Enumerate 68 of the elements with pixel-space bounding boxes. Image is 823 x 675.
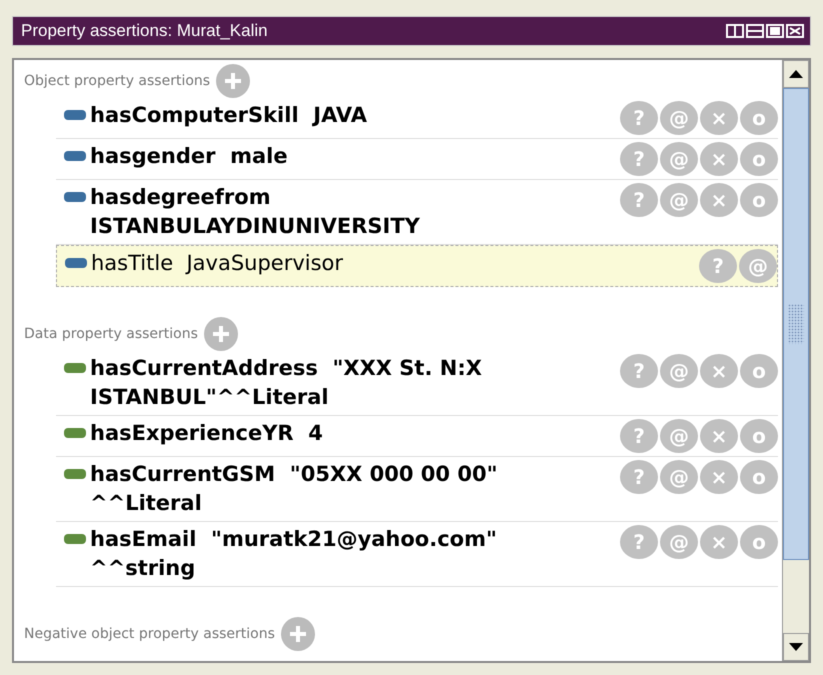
property-icon bbox=[64, 469, 86, 479]
scroll-up-button[interactable] bbox=[783, 60, 809, 88]
down-arrow-icon bbox=[789, 643, 803, 651]
assertion-row[interactable]: hasCurrentAddress "XXX St. N:X ISTANBUL"^^Literal ? @ × o bbox=[56, 351, 778, 416]
action-button[interactable]: o bbox=[740, 183, 778, 217]
section-heading: Negative object property assertions bbox=[24, 626, 275, 642]
action-button[interactable]: ? bbox=[620, 419, 658, 453]
action-button[interactable]: ? bbox=[699, 249, 737, 283]
add-button[interactable] bbox=[280, 617, 315, 651]
property-icon bbox=[64, 151, 86, 161]
up-arrow-icon bbox=[789, 70, 803, 78]
assertion-row[interactable]: hasgender male ? @ × o bbox=[56, 139, 778, 180]
action-button[interactable]: @ bbox=[660, 525, 698, 559]
action-button[interactable]: @ bbox=[660, 101, 698, 135]
plus-icon bbox=[223, 71, 244, 91]
plus-icon bbox=[288, 624, 308, 644]
action-button[interactable]: o bbox=[740, 101, 778, 135]
plus-icon bbox=[210, 324, 231, 344]
action-button[interactable]: ? bbox=[620, 525, 658, 559]
assertion-row[interactable]: hasEmail "muratk21@yahoo.com" ^^string ? @ × o bbox=[56, 522, 778, 587]
action-button[interactable]: ? bbox=[620, 183, 658, 217]
assertion-text: hasEmail "muratk21@yahoo.com" ^^string bbox=[90, 526, 498, 582]
action-button[interactable]: o bbox=[740, 419, 778, 453]
action-button[interactable]: ? bbox=[620, 354, 658, 388]
window-controls-icon[interactable] bbox=[726, 23, 804, 39]
action-button[interactable]: × bbox=[700, 525, 738, 559]
property-icon bbox=[64, 363, 86, 373]
action-button[interactable]: o bbox=[740, 460, 778, 494]
action-button[interactable]: ? bbox=[620, 142, 658, 176]
section-heading: Object property assertions bbox=[24, 73, 210, 89]
action-button[interactable]: × bbox=[700, 419, 738, 453]
action-button[interactable]: @ bbox=[660, 419, 698, 453]
property-icon bbox=[64, 110, 86, 120]
add-button[interactable] bbox=[216, 64, 250, 98]
action-button[interactable]: × bbox=[700, 142, 738, 176]
action-button[interactable]: ? bbox=[620, 460, 658, 494]
scrollbar[interactable] bbox=[782, 60, 809, 661]
action-button[interactable]: × bbox=[700, 460, 738, 494]
window-title: Property assertions: Murat_Kalin bbox=[21, 21, 268, 41]
action-button[interactable]: o bbox=[740, 142, 778, 176]
action-button[interactable]: @ bbox=[660, 142, 698, 176]
action-button[interactable]: × bbox=[700, 354, 738, 388]
property-icon bbox=[64, 428, 86, 438]
scroll-down-button[interactable] bbox=[783, 633, 809, 661]
assertion-text: hasTitle JavaSupervisor bbox=[91, 250, 344, 277]
action-button[interactable]: @ bbox=[660, 460, 698, 494]
property-icon bbox=[65, 258, 87, 268]
property-icon bbox=[64, 192, 86, 202]
assertion-text: hasgender male bbox=[90, 143, 289, 170]
action-button[interactable]: × bbox=[700, 183, 738, 217]
assertion-row[interactable]: hasTitle JavaSupervisor ? @ bbox=[56, 245, 778, 287]
action-button[interactable]: @ bbox=[660, 183, 698, 217]
assertion-text: hasdegreefrom ISTANBULAYDINUNIVERSITY bbox=[90, 184, 421, 240]
assertion-text: hasComputerSkill JAVA bbox=[90, 102, 368, 129]
assertion-text: hasExperienceYR 4 bbox=[90, 420, 324, 447]
action-button[interactable]: o bbox=[740, 525, 778, 559]
add-button[interactable] bbox=[204, 317, 238, 351]
assertion-row[interactable]: hasComputerSkill JAVA ? @ × o bbox=[56, 98, 778, 139]
action-button[interactable]: × bbox=[700, 101, 738, 135]
scroll-thumb[interactable] bbox=[783, 88, 809, 560]
action-button[interactable]: ? bbox=[620, 101, 658, 135]
assertion-row[interactable]: hasCurrentGSM "05XX 000 00 00" ^^Literal ? @ × o bbox=[56, 457, 778, 522]
action-button[interactable]: @ bbox=[660, 354, 698, 388]
section-heading: Data property assertions bbox=[24, 326, 198, 342]
assertion-row[interactable]: hasExperienceYR 4 ? @ × o bbox=[56, 416, 778, 457]
action-button[interactable]: o bbox=[740, 354, 778, 388]
property-icon bbox=[64, 534, 86, 544]
action-button[interactable]: @ bbox=[739, 249, 777, 283]
